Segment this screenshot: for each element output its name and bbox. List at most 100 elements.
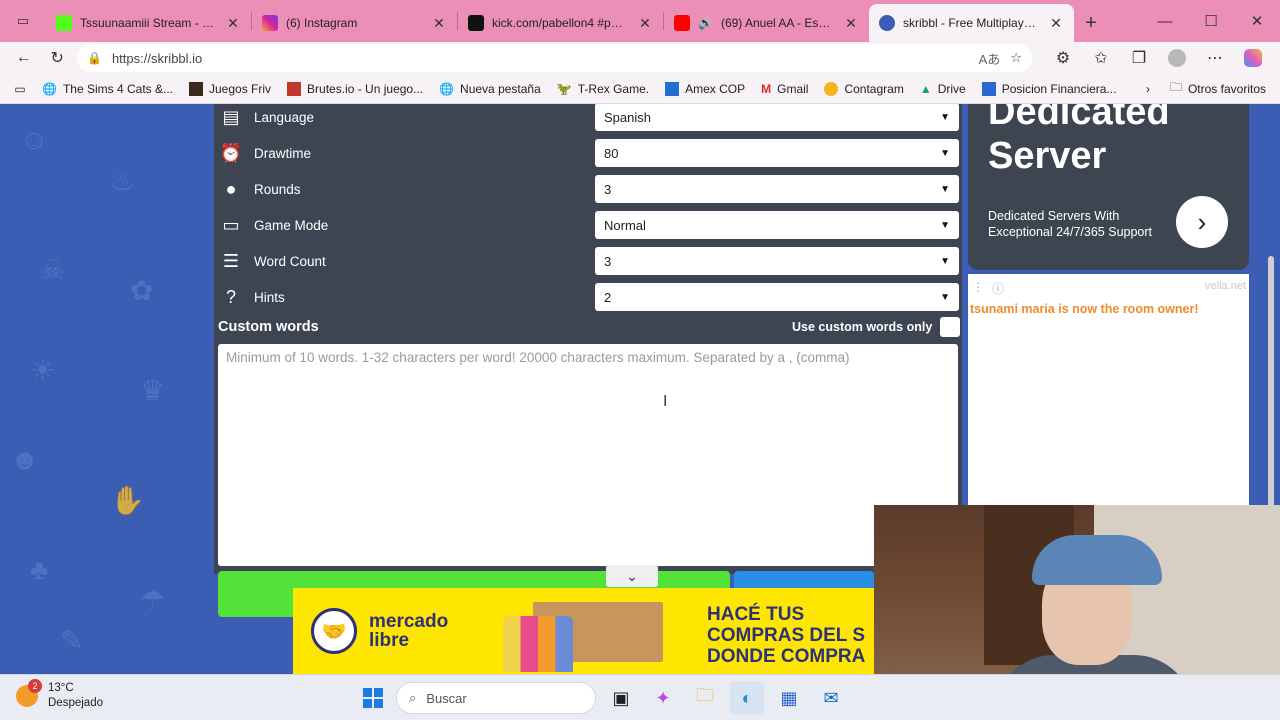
wordcount-select[interactable]: 3 ▼ — [595, 247, 959, 275]
doodle-icon: ✋ — [110, 485, 145, 516]
tab-title: (69) Anuel AA - Espina - — [720, 16, 835, 30]
search-icon: ⌕ — [409, 690, 417, 705]
bookmark-label: Juegos Friv — [209, 81, 272, 96]
bookmark-trex[interactable]: 🦖 T-Rex Game. — [551, 77, 655, 101]
ad-subtitle: Dedicated Servers With Exceptional 24/7/… — [988, 209, 1153, 239]
taskbar-apps: ⌕ Buscar ▣ ✦ 🗀 ◐ ▦ ✉ — [358, 681, 848, 715]
language-icon: ▤ — [222, 106, 240, 127]
bookmark-drive[interactable]: ▲ Drive — [914, 77, 972, 101]
close-window-icon[interactable]: ✕ — [1234, 0, 1280, 42]
store-icon[interactable]: ▦ — [772, 681, 806, 715]
chevron-down-icon: ▼ — [940, 255, 950, 267]
bookmark-label: Nueva pestaña — [460, 81, 541, 96]
taskbar-search[interactable]: ⌕ Buscar — [396, 682, 596, 714]
use-custom-words-checkbox[interactable] — [940, 317, 961, 337]
bookmark-contagram[interactable]: Contagram — [818, 77, 909, 101]
minimize-icon[interactable]: — — [1142, 0, 1188, 42]
copilot-button[interactable] — [1236, 44, 1270, 72]
read-aloud-icon[interactable]: Aあ — [979, 49, 1001, 68]
contagram-icon — [824, 81, 839, 96]
extensions-icon: ⚙ — [1055, 50, 1071, 67]
bookmark-brutes[interactable]: Brutes.io - Un juego... — [281, 77, 429, 101]
task-view-icon[interactable]: ▣ — [604, 681, 638, 715]
tab-instagram[interactable]: (6) Instagram ✕ — [252, 4, 457, 42]
brutes-icon — [287, 81, 302, 96]
tab-tiktok[interactable]: kick.com/pabellon4 #pabellon ✕ — [458, 4, 663, 42]
doodle-icon: ✎ — [60, 625, 84, 656]
bookmark-newtab[interactable]: 🌐 Nueva pestaña — [433, 77, 547, 101]
sidebar-toggle-icon[interactable]: ▭ — [8, 82, 32, 96]
back-button[interactable]: ← — [10, 44, 38, 72]
bookmark-label: Brutes.io - Un juego... — [307, 81, 424, 96]
tab-youtube[interactable]: 🔊 (69) Anuel AA - Espina - ✕ — [664, 4, 869, 42]
gamemode-select[interactable]: Normal ▼ — [595, 211, 959, 239]
copilot-icon — [1244, 49, 1262, 67]
close-icon[interactable]: ✕ — [225, 15, 241, 32]
favorites-button[interactable]: ✩ — [1084, 44, 1118, 72]
skribbl-icon — [879, 15, 895, 31]
amex-icon — [665, 81, 680, 96]
profile-button[interactable] — [1160, 44, 1194, 72]
setting-row-drawtime: ⏰ Drawtime 80 ▼ — [218, 138, 959, 168]
drawtime-select[interactable]: 80 ▼ — [595, 139, 959, 167]
edge-icon[interactable]: ◐ — [730, 681, 764, 715]
more-icon: ⋯ — [1207, 50, 1223, 67]
tab-skribbl[interactable]: skribbl - Free Multiplayer Draw ✕ — [869, 4, 1074, 42]
bookmark-gmail[interactable]: M Gmail — [755, 77, 814, 101]
bookmark-posicion[interactable]: Posicion Financiera... — [976, 77, 1123, 101]
setting-label: Word Count — [254, 253, 326, 269]
tab-kick[interactable]: Tssuunaamiii Stream - Kick Da ✕ — [46, 4, 251, 42]
weather-condition: Despejado — [48, 697, 103, 709]
start-button[interactable] — [358, 683, 388, 713]
bookmark-sims[interactable]: 🌐 The Sims 4 Cats &... — [36, 77, 179, 101]
reload-button[interactable]: ↻ — [44, 44, 72, 72]
chevron-down-icon: ▼ — [940, 219, 950, 231]
window-controls: — ☐ ✕ — [1142, 0, 1280, 42]
friv-icon — [189, 81, 203, 96]
lobby-settings-panel: ▤ Language Spanish ▼ ⏰ Drawtime 80 ▼ ● Rou… — [214, 104, 962, 574]
dedicated-server-ad[interactable]: Dedicated Server Dedicated Servers With … — [968, 104, 1249, 270]
folder-icon: 🗀 — [1169, 80, 1182, 94]
ml-brand: mercado libre — [369, 611, 449, 651]
collections-button[interactable]: ❐ — [1122, 44, 1156, 72]
close-icon[interactable]: ✕ — [843, 15, 859, 32]
speaker-icon[interactable]: 🔊 — [698, 16, 713, 30]
maximize-icon[interactable]: ☐ — [1188, 0, 1234, 42]
more-vertical-icon[interactable]: ⋮ — [972, 280, 984, 297]
scroll-down-button[interactable]: ⌄ — [606, 565, 658, 587]
weather-temperature: 13°C — [48, 682, 74, 694]
text-cursor-icon: I — [663, 393, 668, 410]
tiktok-icon — [468, 15, 484, 31]
select-value: Normal — [604, 217, 646, 233]
dino-icon: 🦖 — [556, 81, 572, 96]
hints-select[interactable]: 2 ▼ — [595, 283, 959, 311]
rounds-select[interactable]: 3 ▼ — [595, 175, 959, 203]
ad-arrow-button[interactable]: › — [1176, 196, 1228, 248]
info-icon[interactable]: ⓘ — [992, 280, 1004, 297]
file-explorer-icon[interactable]: 🗀 — [688, 681, 722, 715]
tab-actions-button[interactable]: ▭ — [0, 0, 46, 42]
mercado-libre-ad[interactable]: 🤝 mercado libre HACÉ TUS COMPRAS DEL S D… — [293, 588, 874, 674]
use-custom-words-toggle[interactable]: Use custom words only — [792, 317, 961, 337]
weather-widget[interactable]: 2 13°C Despejado — [16, 679, 103, 711]
chevron-down-icon: ▼ — [940, 147, 950, 159]
other-favorites[interactable]: 🗀 Otros favoritos — [1164, 77, 1272, 101]
address-bar[interactable]: 🔒 https://skribbl.io Aあ ☆ — [77, 44, 1032, 72]
close-icon[interactable]: ✕ — [637, 15, 653, 32]
chevron-right-icon[interactable]: › — [1146, 82, 1150, 96]
close-icon[interactable]: ✕ — [1048, 15, 1064, 32]
custom-words-textarea[interactable]: Minimum of 10 words. 1-32 characters per… — [218, 344, 958, 566]
language-select[interactable]: Spanish ▼ — [595, 104, 959, 131]
drive-icon: ▲ — [919, 81, 932, 96]
menu-button[interactable]: ⋯ — [1198, 44, 1232, 72]
bookmark-friv[interactable]: Juegos Friv — [183, 77, 277, 101]
new-tab-button[interactable]: + — [1074, 4, 1108, 42]
outlook-icon[interactable]: ✉ — [814, 681, 848, 715]
favorite-star-icon[interactable]: ☆ — [1010, 50, 1022, 66]
close-icon[interactable]: ✕ — [431, 15, 447, 32]
setting-label: Drawtime — [254, 145, 312, 161]
scrollbar-thumb[interactable] — [1268, 256, 1274, 516]
extensions-button[interactable]: ⚙ — [1046, 44, 1080, 72]
copilot-taskbar-icon[interactable]: ✦ — [646, 681, 680, 715]
bookmark-amex[interactable]: Amex COP — [659, 77, 751, 101]
